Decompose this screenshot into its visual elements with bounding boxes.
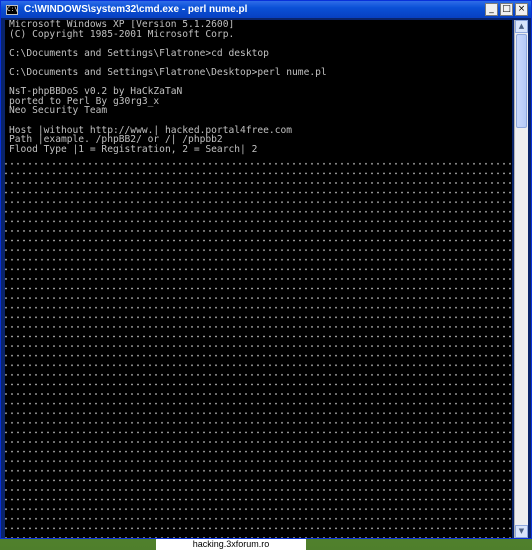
console-output-area[interactable]: Microsoft Windows XP [Version 5.1.2600](… — [5, 20, 512, 538]
console-app-icon[interactable]: C:\ — [6, 4, 18, 15]
title-bar[interactable]: C:\ C:\WINDOWS\system32\cmd.exe - perl n… — [1, 1, 531, 18]
console-line: Neo Security Team — [9, 105, 108, 117]
close-button[interactable]: × — [515, 3, 528, 16]
console-line: (C) Copyright 1985-2001 Microsoft Corp. — [9, 28, 235, 40]
console-line: C:\Documents and Settings\Flatrone\Deskt… — [9, 66, 327, 78]
scroll-up-icon[interactable]: ▲ — [515, 20, 528, 33]
window-title: C:\WINDOWS\system32\cmd.exe - perl nume.… — [24, 4, 248, 15]
cmd-window[interactable]: C:\ C:\WINDOWS\system32\cmd.exe - perl n… — [0, 0, 532, 539]
scrollbar-thumb[interactable] — [516, 34, 527, 128]
console-line: C:\Documents and Settings\Flatrone>cd de… — [9, 47, 269, 59]
scroll-down-icon[interactable]: ▼ — [515, 525, 528, 538]
window-controls: _ □ × — [485, 3, 528, 16]
minimize-button[interactable]: _ — [485, 3, 498, 16]
flood-progress-dots: ........................................… — [5, 159, 512, 538]
vertical-scrollbar[interactable]: ▲ ▼ — [514, 20, 528, 538]
console-text: Microsoft Windows XP [Version 5.1.2600](… — [5, 20, 512, 154]
site-watermark: hacking.3xforum.ro — [156, 539, 306, 550]
maximize-button[interactable]: □ — [500, 3, 513, 16]
console-line: Flood Type |1 = Registration, 2 = Search… — [9, 143, 258, 155]
